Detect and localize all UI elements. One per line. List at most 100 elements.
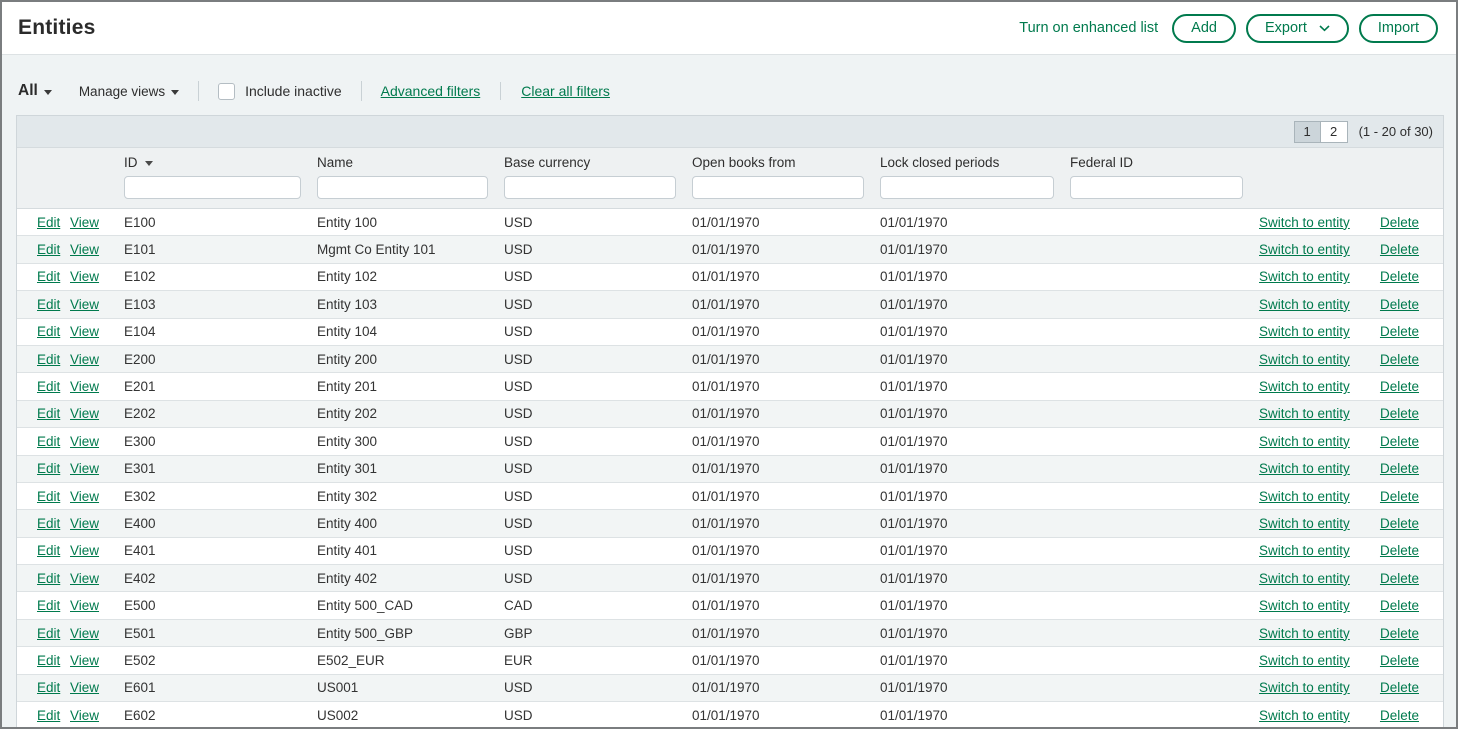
edit-link[interactable]: Edit: [37, 543, 70, 558]
base-currency-cell: USD: [504, 242, 692, 257]
include-inactive-checkbox[interactable]: [218, 83, 235, 100]
view-link[interactable]: View: [70, 543, 124, 558]
edit-link[interactable]: Edit: [37, 653, 70, 668]
switch-to-entity-link[interactable]: Switch to entity: [1259, 324, 1362, 339]
delete-link[interactable]: Delete: [1362, 598, 1443, 613]
view-link[interactable]: View: [70, 516, 124, 531]
switch-to-entity-link[interactable]: Switch to entity: [1259, 269, 1362, 284]
view-link[interactable]: View: [70, 297, 124, 312]
switch-to-entity-link[interactable]: Switch to entity: [1259, 297, 1362, 312]
column-header-name[interactable]: Name: [317, 155, 504, 176]
view-link[interactable]: View: [70, 598, 124, 613]
delete-link[interactable]: Delete: [1362, 708, 1443, 723]
filter-input-open-books-from[interactable]: [692, 176, 864, 199]
delete-link[interactable]: Delete: [1362, 516, 1443, 531]
view-selector-dropdown[interactable]: All: [18, 82, 52, 100]
view-link[interactable]: View: [70, 269, 124, 284]
view-link[interactable]: View: [70, 242, 124, 257]
delete-link[interactable]: Delete: [1362, 626, 1443, 641]
delete-link[interactable]: Delete: [1362, 352, 1443, 367]
edit-link[interactable]: Edit: [37, 434, 70, 449]
switch-to-entity-link[interactable]: Switch to entity: [1259, 215, 1362, 230]
delete-link[interactable]: Delete: [1362, 242, 1443, 257]
delete-link[interactable]: Delete: [1362, 379, 1443, 394]
switch-to-entity-link[interactable]: Switch to entity: [1259, 489, 1362, 504]
delete-link[interactable]: Delete: [1362, 406, 1443, 421]
edit-link[interactable]: Edit: [37, 680, 70, 695]
switch-to-entity-link[interactable]: Switch to entity: [1259, 352, 1362, 367]
delete-link[interactable]: Delete: [1362, 653, 1443, 668]
advanced-filters-link[interactable]: Advanced filters: [381, 83, 481, 99]
view-link[interactable]: View: [70, 653, 124, 668]
switch-to-entity-link[interactable]: Switch to entity: [1259, 543, 1362, 558]
view-link[interactable]: View: [70, 379, 124, 394]
switch-to-entity-link[interactable]: Switch to entity: [1259, 708, 1362, 723]
column-header-open-books-from[interactable]: Open books from: [692, 155, 880, 176]
switch-to-entity-link[interactable]: Switch to entity: [1259, 571, 1362, 586]
edit-link[interactable]: Edit: [37, 379, 70, 394]
clear-all-filters-link[interactable]: Clear all filters: [521, 83, 610, 99]
column-header-lock-closed-periods[interactable]: Lock closed periods: [880, 155, 1070, 176]
import-button[interactable]: Import: [1359, 14, 1438, 43]
view-link[interactable]: View: [70, 708, 124, 723]
switch-to-entity-link[interactable]: Switch to entity: [1259, 626, 1362, 641]
column-header-federal-id[interactable]: Federal ID: [1070, 155, 1259, 176]
delete-link[interactable]: Delete: [1362, 543, 1443, 558]
view-link[interactable]: View: [70, 461, 124, 476]
view-link[interactable]: View: [70, 680, 124, 695]
delete-link[interactable]: Delete: [1362, 297, 1443, 312]
column-header-base-currency[interactable]: Base currency: [504, 155, 692, 176]
switch-to-entity-link[interactable]: Switch to entity: [1259, 406, 1362, 421]
delete-link[interactable]: Delete: [1362, 434, 1443, 449]
filter-input-name[interactable]: [317, 176, 488, 199]
view-link[interactable]: View: [70, 215, 124, 230]
turn-on-enhanced-list-link[interactable]: Turn on enhanced list: [1019, 20, 1158, 36]
edit-link[interactable]: Edit: [37, 598, 70, 613]
delete-link[interactable]: Delete: [1362, 215, 1443, 230]
view-link[interactable]: View: [70, 434, 124, 449]
export-button[interactable]: Export: [1246, 14, 1349, 43]
edit-link[interactable]: Edit: [37, 242, 70, 257]
view-link[interactable]: View: [70, 324, 124, 339]
delete-link[interactable]: Delete: [1362, 680, 1443, 695]
delete-link[interactable]: Delete: [1362, 571, 1443, 586]
switch-to-entity-link[interactable]: Switch to entity: [1259, 516, 1362, 531]
filter-input-base-currency[interactable]: [504, 176, 676, 199]
page-button-2[interactable]: 2: [1321, 121, 1348, 143]
view-link[interactable]: View: [70, 626, 124, 641]
delete-link[interactable]: Delete: [1362, 324, 1443, 339]
view-link[interactable]: View: [70, 406, 124, 421]
filter-input-federal-id[interactable]: [1070, 176, 1243, 199]
edit-link[interactable]: Edit: [37, 461, 70, 476]
switch-to-entity-link[interactable]: Switch to entity: [1259, 379, 1362, 394]
edit-link[interactable]: Edit: [37, 269, 70, 284]
switch-to-entity-link[interactable]: Switch to entity: [1259, 598, 1362, 613]
switch-to-entity-link[interactable]: Switch to entity: [1259, 653, 1362, 668]
column-header-id[interactable]: ID: [124, 155, 317, 176]
delete-link[interactable]: Delete: [1362, 269, 1443, 284]
switch-to-entity-link[interactable]: Switch to entity: [1259, 242, 1362, 257]
filter-input-id[interactable]: [124, 176, 301, 199]
edit-link[interactable]: Edit: [37, 571, 70, 586]
view-link[interactable]: View: [70, 352, 124, 367]
switch-to-entity-link[interactable]: Switch to entity: [1259, 434, 1362, 449]
manage-views-dropdown[interactable]: Manage views: [79, 84, 179, 99]
view-link[interactable]: View: [70, 489, 124, 504]
edit-link[interactable]: Edit: [37, 516, 70, 531]
page-button-1[interactable]: 1: [1294, 121, 1321, 143]
edit-link[interactable]: Edit: [37, 215, 70, 230]
edit-link[interactable]: Edit: [37, 297, 70, 312]
edit-link[interactable]: Edit: [37, 489, 70, 504]
delete-link[interactable]: Delete: [1362, 489, 1443, 504]
delete-link[interactable]: Delete: [1362, 461, 1443, 476]
edit-link[interactable]: Edit: [37, 708, 70, 723]
edit-link[interactable]: Edit: [37, 626, 70, 641]
edit-link[interactable]: Edit: [37, 324, 70, 339]
switch-to-entity-link[interactable]: Switch to entity: [1259, 461, 1362, 476]
switch-to-entity-link[interactable]: Switch to entity: [1259, 680, 1362, 695]
view-link[interactable]: View: [70, 571, 124, 586]
edit-link[interactable]: Edit: [37, 352, 70, 367]
filter-input-lock-closed-periods[interactable]: [880, 176, 1054, 199]
add-button[interactable]: Add: [1172, 14, 1236, 43]
edit-link[interactable]: Edit: [37, 406, 70, 421]
